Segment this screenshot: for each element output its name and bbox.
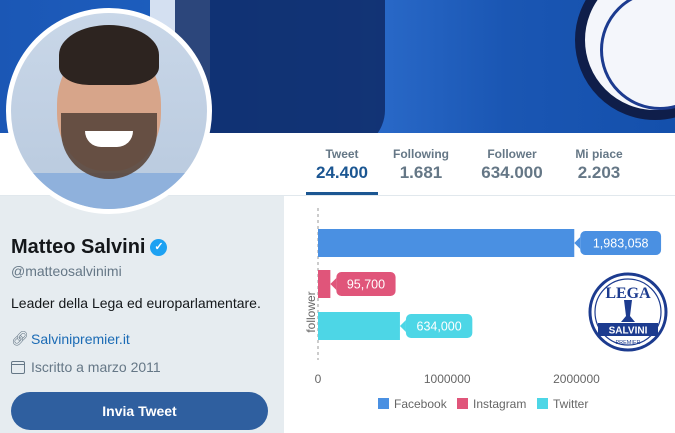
legend-label-facebook: Facebook [394, 397, 448, 411]
stat-value: 24.400 [316, 163, 368, 182]
profile-name[interactable]: Matteo Salvini [11, 236, 145, 259]
bar-facebook [318, 229, 575, 257]
legend-swatch-twitter [537, 398, 548, 409]
data-label-facebook: 1,983,058 [593, 237, 649, 251]
avatar-photo [11, 13, 207, 209]
svg-text:PREMIER: PREMIER [615, 340, 640, 346]
stat-value: 2.203 [577, 163, 621, 182]
svg-text:LEGA: LEGA [605, 285, 651, 302]
x-tick-label: 0 [315, 372, 322, 386]
verified-badge-icon: ✓ [150, 239, 168, 256]
legend-swatch-instagram [457, 398, 468, 409]
svg-text:SALVINI: SALVINI [609, 326, 648, 337]
profile-bio: Leader della Lega ed europarlamentare. [11, 295, 261, 311]
legend-label-twitter: Twitter [553, 397, 588, 411]
bar-twitter [318, 312, 400, 340]
stat-label: Following [393, 147, 449, 161]
website-link[interactable]: Salvinipremier.it [31, 331, 130, 347]
profile-handle[interactable]: @matteosalvinimi [11, 263, 122, 279]
lega-salvini-logo: LEGA SALVINI PREMIER [588, 272, 668, 352]
y-axis-label: follower [304, 291, 318, 332]
profile-name-row: Matteo Salvini ✓ [11, 236, 168, 259]
legend-label-instagram: Instagram [473, 397, 526, 411]
profile-joined: Iscritto a marzo 2011 [11, 359, 161, 375]
data-label-twitter: 634,000 [417, 320, 462, 334]
link-icon: 🔗︎ [11, 330, 29, 346]
x-tick-label: 1000000 [424, 372, 471, 386]
legend-swatch-facebook [378, 398, 389, 409]
stat-tweet[interactable]: Tweet 24.400 [306, 133, 378, 195]
stat-label: Tweet [325, 147, 359, 161]
bar-instagram [318, 270, 331, 298]
data-label-pointer [330, 278, 337, 290]
stat-likes[interactable]: Mi piace 2.203 [566, 133, 632, 195]
stat-following[interactable]: Following 1.681 [386, 133, 456, 195]
profile-website: 🔗︎ Salvinipremier.it [11, 330, 130, 347]
data-label-instagram: 95,700 [347, 278, 385, 292]
data-label-pointer [399, 320, 406, 332]
stat-value: 634.000 [481, 163, 543, 182]
avatar-hair [59, 25, 159, 85]
stat-value: 1.681 [399, 163, 443, 182]
calendar-icon [11, 360, 25, 374]
stat-label: Follower [487, 147, 537, 161]
x-tick-label: 2000000 [553, 372, 600, 386]
stat-label: Mi piace [575, 147, 623, 161]
joined-date: Iscritto a marzo 2011 [31, 359, 161, 375]
profile-avatar[interactable] [6, 8, 212, 214]
send-tweet-button[interactable]: Invia Tweet [11, 392, 268, 430]
data-label-pointer [574, 237, 581, 249]
stat-follower[interactable]: Follower 634.000 [474, 133, 550, 195]
